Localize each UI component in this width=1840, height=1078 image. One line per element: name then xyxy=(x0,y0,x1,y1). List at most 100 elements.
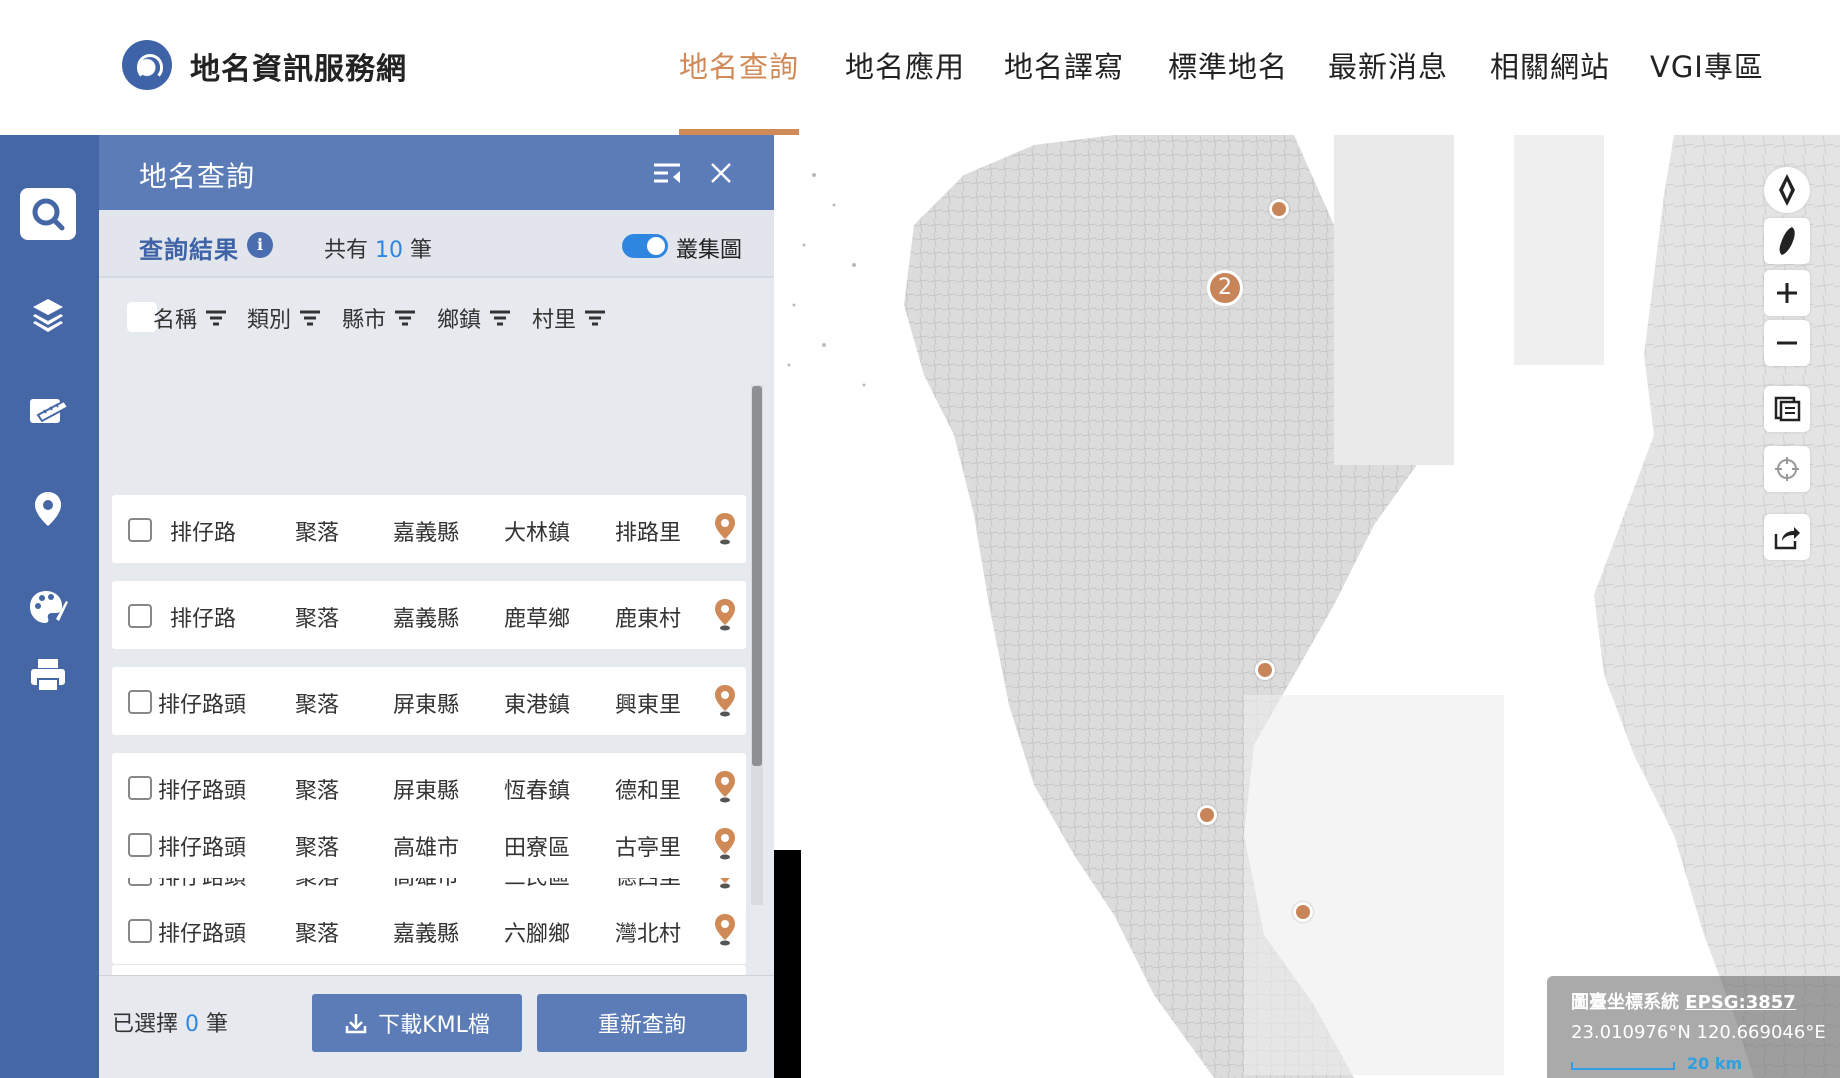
nav-item-place-application[interactable]: 地名應用 xyxy=(845,44,965,86)
cell-type: 聚落 xyxy=(295,779,340,804)
filter-icon xyxy=(395,310,416,326)
share-button[interactable] xyxy=(1764,514,1810,560)
map-cluster-marker[interactable]: 2 xyxy=(1207,270,1243,306)
layers-icon xyxy=(33,299,63,332)
zoom-in-button[interactable] xyxy=(1764,270,1810,316)
map-edge-artifact xyxy=(774,850,801,1078)
download-kml-button[interactable]: 下載KML檔 xyxy=(312,994,522,1052)
column-header-county[interactable]: 縣市 xyxy=(342,302,416,334)
cell-name: 排仔路頭 xyxy=(158,693,247,718)
cell-name: 排仔路頭 xyxy=(158,779,247,804)
cell-town: 恆春鎮 xyxy=(504,779,571,804)
panel-header: 地名查詢 xyxy=(99,135,774,210)
map-marker[interactable] xyxy=(1293,902,1313,922)
epsg-link[interactable]: EPSG:3857 xyxy=(1685,992,1796,1013)
nav-item-transliteration[interactable]: 地名譯寫 xyxy=(1004,44,1124,86)
locate-pin-icon[interactable] xyxy=(714,512,736,546)
result-row[interactable]: 排仔路 聚落 嘉義縣 鹿草鄉 鹿東村 xyxy=(112,581,746,649)
palette-icon xyxy=(30,591,68,623)
cell-name: 排仔路 xyxy=(170,607,237,632)
close-panel-button[interactable] xyxy=(704,157,738,189)
map-marker[interactable] xyxy=(1197,805,1217,825)
requery-button[interactable]: 重新查詢 xyxy=(537,994,747,1052)
cell-village: 古亭里 xyxy=(615,836,682,861)
row-checkbox[interactable] xyxy=(128,776,152,800)
filter-icon xyxy=(585,310,606,326)
rail-layers-button[interactable] xyxy=(20,288,76,340)
cell-town: 東港鎮 xyxy=(504,693,571,718)
nav-item-vgi[interactable]: VGI專區 xyxy=(1650,44,1764,86)
column-header-name[interactable]: 名稱 xyxy=(153,302,227,334)
cell-village: 興東里 xyxy=(615,693,682,718)
cell-village: 德和里 xyxy=(615,779,682,804)
result-row[interactable]: 排仔路頭 聚落 高雄市 田寮區 古亭里 xyxy=(112,810,746,878)
measure-icon xyxy=(30,399,68,423)
search-icon xyxy=(32,198,65,231)
rail-measure-button[interactable] xyxy=(20,385,76,437)
locate-pin-icon[interactable] xyxy=(714,684,736,718)
scale-label: 20 km xyxy=(1687,1054,1743,1073)
map-marker[interactable] xyxy=(1255,660,1275,680)
row-checkbox[interactable] xyxy=(128,690,152,714)
locate-me-button[interactable] xyxy=(1764,446,1810,492)
column-header-village[interactable]: 村里 xyxy=(532,302,606,334)
selected-count: 已選擇 0 筆 xyxy=(112,1012,229,1037)
cell-town: 大林鎮 xyxy=(504,521,571,546)
locate-icon xyxy=(1775,457,1799,481)
list-scrollbar-thumb[interactable] xyxy=(752,386,762,766)
result-row[interactable]: 排仔路頭 聚落 嘉義縣 六腳鄉 灣北村 xyxy=(112,896,746,964)
cell-village: 灣北村 xyxy=(615,922,682,947)
map-view[interactable]: 2 xyxy=(774,135,1840,1078)
cluster-toggle[interactable] xyxy=(622,234,668,258)
locate-pin-icon[interactable] xyxy=(714,827,736,861)
filter-icon xyxy=(300,310,321,326)
result-title: 查詢結果 xyxy=(139,236,239,264)
zoom-out-button[interactable] xyxy=(1764,320,1810,366)
filter-icon xyxy=(490,310,511,326)
cell-county: 嘉義縣 xyxy=(393,521,460,546)
taiwan-extent-button[interactable] xyxy=(1764,218,1810,264)
filter-icon xyxy=(206,310,227,326)
locate-pin-icon[interactable] xyxy=(714,913,736,947)
nav-item-standard-names[interactable]: 標準地名 xyxy=(1168,44,1288,86)
cluster-toggle-label: 叢集圖 xyxy=(676,238,743,263)
result-summary: 查詢結果 i 共有 10 筆 叢集圖 xyxy=(99,210,774,278)
cell-type: 聚落 xyxy=(295,836,340,861)
row-checkbox[interactable] xyxy=(128,518,152,542)
cell-type: 聚落 xyxy=(295,922,340,947)
info-icon[interactable]: i xyxy=(247,232,273,258)
collapse-panel-button[interactable] xyxy=(650,157,684,189)
coord-system-label: 圖臺坐標系統 EPSG:3857 xyxy=(1571,992,1796,1013)
site-header: 地名資訊服務網 地名查詢 地名應用 地名譯寫 標準地名 最新消息 相關網站 VG… xyxy=(0,0,1840,135)
map-marker[interactable] xyxy=(1269,199,1289,219)
cell-county: 嘉義縣 xyxy=(393,922,460,947)
requery-label: 重新查詢 xyxy=(597,1013,686,1038)
rail-style-button[interactable] xyxy=(20,581,76,633)
cell-type: 聚落 xyxy=(295,521,340,546)
nav-item-news[interactable]: 最新消息 xyxy=(1328,44,1448,86)
column-header-type[interactable]: 類別 xyxy=(247,302,321,334)
locate-pin-icon[interactable] xyxy=(714,770,736,804)
result-row[interactable]: 排仔路頭 聚落 屏東縣 東港鎮 興東里 xyxy=(112,667,746,735)
nav-item-place-search[interactable]: 地名查詢 xyxy=(679,44,799,86)
locate-pin-icon[interactable] xyxy=(714,598,736,632)
compass-button[interactable] xyxy=(1764,167,1810,213)
row-checkbox[interactable] xyxy=(128,604,152,628)
row-checkbox[interactable] xyxy=(128,833,152,857)
column-header-town[interactable]: 鄉鎮 xyxy=(437,302,511,334)
rail-print-button[interactable] xyxy=(20,649,76,701)
result-row[interactable]: 排仔路 聚落 嘉義縣 大林鎮 排路里 xyxy=(112,495,746,563)
nav-item-related-sites[interactable]: 相關網站 xyxy=(1490,44,1610,86)
collapse-icon xyxy=(654,163,680,183)
download-kml-label: 下載KML檔 xyxy=(378,1013,490,1038)
zoom-in-icon xyxy=(1777,283,1797,303)
coordinate-display: 圖臺坐標系統 EPSG:3857 23.010976°N 120.669046°… xyxy=(1547,976,1840,1078)
cell-name: 排仔路頭 xyxy=(158,836,247,861)
legend-button[interactable] xyxy=(1764,386,1810,432)
rail-location-button[interactable] xyxy=(20,483,76,535)
row-checkbox[interactable] xyxy=(128,919,152,943)
cursor-coordinates: 23.010976°N 120.669046°E xyxy=(1571,1022,1826,1043)
rail-search-button[interactable] xyxy=(20,188,76,240)
panel-footer: 已選擇 0 筆 下載KML檔 重新查詢 xyxy=(99,975,774,1078)
cell-county: 屏東縣 xyxy=(393,693,460,718)
